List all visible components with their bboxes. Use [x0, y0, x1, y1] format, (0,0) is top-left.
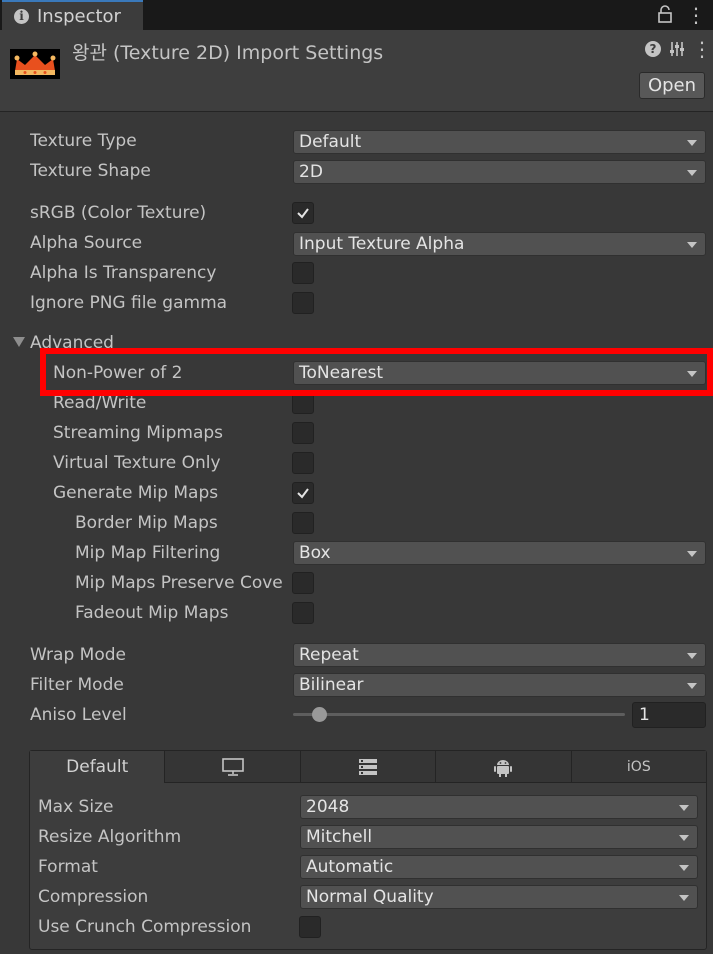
open-button[interactable]: Open [639, 72, 705, 99]
platform-tabs: Default iOS [30, 751, 707, 783]
presets-icon[interactable] [669, 39, 685, 59]
alpha-source-dropdown[interactable]: Input Texture Alpha [293, 232, 706, 256]
mip-map-filtering-label: Mip Map Filtering [75, 543, 221, 563]
streaming-mipmaps-checkbox[interactable] [292, 422, 314, 444]
fadeout-mip-maps-label: Fadeout Mip Maps [75, 603, 229, 623]
filter-mode-value: Bilinear [299, 675, 364, 695]
alpha-source-label: Alpha Source [30, 233, 143, 253]
alpha-is-transparency-label: Alpha Is Transparency [30, 263, 217, 283]
fadeout-mip-maps-checkbox[interactable] [292, 602, 314, 624]
virtual-texture-only-checkbox[interactable] [292, 452, 314, 474]
crown-texture-thumbnail [10, 49, 60, 79]
srgb-checkbox[interactable] [292, 202, 314, 224]
resize-algorithm-value: Mitchell [306, 827, 373, 847]
mip-map-filtering-dropdown[interactable]: Box [293, 541, 706, 565]
border-mip-maps-label: Border Mip Maps [75, 513, 218, 533]
checkmark-icon [297, 488, 309, 499]
chevron-down-icon [687, 242, 697, 248]
format-label: Format [38, 857, 98, 877]
wrap-mode-label: Wrap Mode [30, 645, 126, 665]
max-size-value: 2048 [306, 797, 350, 817]
chevron-down-icon [679, 805, 689, 811]
texture-type-label: Texture Type [30, 131, 137, 151]
max-size-dropdown[interactable]: 2048 [300, 795, 698, 819]
filter-mode-label: Filter Mode [30, 675, 124, 695]
streaming-mipmaps-label: Streaming Mipmaps [53, 423, 224, 443]
filter-mode-dropdown[interactable]: Bilinear [293, 673, 706, 697]
resize-algorithm-dropdown[interactable]: Mitchell [300, 825, 698, 849]
chevron-down-icon [687, 140, 697, 146]
ignore-png-gamma-checkbox[interactable] [292, 292, 314, 314]
wrap-mode-dropdown[interactable]: Repeat [293, 643, 706, 667]
tab-default[interactable]: Default [30, 751, 166, 783]
texture-shape-value: 2D [299, 162, 323, 182]
texture-shape-dropdown[interactable]: 2D [293, 160, 706, 184]
mip-map-filtering-value: Box [299, 543, 331, 563]
tab-inspector-label: Inspector [37, 5, 121, 27]
chevron-down-icon [679, 895, 689, 901]
tab-default-label: Default [66, 757, 129, 777]
lock-icon[interactable] [657, 5, 673, 23]
tab-bar: i Inspector ⋮ [0, 0, 713, 30]
import-settings-title: 왕관 (Texture 2D) Import Settings [72, 42, 384, 64]
chevron-down-icon [687, 170, 697, 176]
help-icon[interactable]: ? [645, 41, 661, 57]
tab-android[interactable] [436, 751, 572, 783]
border-mip-maps-checkbox[interactable] [292, 512, 314, 534]
tab-menu-icon[interactable]: ⋮ [686, 4, 706, 26]
chevron-down-icon [687, 551, 697, 557]
texture-type-value: Default [299, 132, 362, 152]
compression-value: Normal Quality [306, 887, 434, 907]
header-menu-icon[interactable]: ⋮ [692, 37, 712, 61]
generate-mip-maps-checkbox[interactable] [292, 482, 314, 504]
monitor-icon [221, 757, 244, 776]
read-write-label: Read/Write [53, 393, 147, 413]
chevron-down-icon [679, 835, 689, 841]
chevron-down-icon [687, 653, 697, 659]
foldout-expanded-icon[interactable] [13, 337, 25, 347]
use-crunch-compression-checkbox[interactable] [299, 916, 321, 938]
chevron-down-icon [679, 865, 689, 871]
alpha-source-value: Input Texture Alpha [299, 234, 465, 254]
ignore-png-gamma-label: Ignore PNG file gamma [30, 293, 228, 313]
generate-mip-maps-label: Generate Mip Maps [53, 483, 219, 503]
aniso-level-slider-track[interactable] [293, 713, 625, 716]
resize-algorithm-label: Resize Algorithm [38, 827, 182, 847]
mip-maps-preserve-coverage-checkbox[interactable] [292, 572, 314, 594]
server-icon [359, 758, 378, 775]
tab-standalone[interactable] [165, 751, 301, 783]
max-size-label: Max Size [38, 797, 114, 817]
android-icon [494, 759, 513, 777]
tab-ios-label: iOS [626, 758, 651, 775]
highlight-annotation [40, 348, 713, 396]
aniso-level-slider-thumb[interactable] [312, 707, 327, 722]
inspector-header: 왕관 (Texture 2D) Import Settings ? ⋮ Open [0, 30, 713, 112]
alpha-is-transparency-checkbox[interactable] [292, 262, 314, 284]
format-dropdown[interactable]: Automatic [300, 855, 698, 879]
chevron-down-icon [687, 683, 697, 689]
tab-ios[interactable]: iOS [571, 751, 707, 783]
checkmark-icon [297, 208, 309, 219]
texture-type-dropdown[interactable]: Default [293, 130, 706, 154]
virtual-texture-only-label: Virtual Texture Only [53, 453, 221, 473]
wrap-mode-value: Repeat [299, 645, 359, 665]
compression-dropdown[interactable]: Normal Quality [300, 885, 698, 909]
srgb-label: sRGB (Color Texture) [30, 203, 207, 223]
tab-dedicated-server[interactable] [300, 751, 437, 783]
use-crunch-compression-label: Use Crunch Compression [38, 917, 252, 937]
info-icon: i [14, 8, 29, 24]
mip-maps-preserve-coverage-label: Mip Maps Preserve Cove [75, 573, 283, 593]
format-value: Automatic [306, 857, 394, 877]
texture-shape-label: Texture Shape [30, 161, 151, 181]
compression-label: Compression [38, 887, 149, 907]
tab-inspector[interactable]: i Inspector [2, 0, 143, 30]
aniso-level-input[interactable]: 1 [632, 702, 706, 728]
aniso-level-label: Aniso Level [30, 705, 127, 725]
